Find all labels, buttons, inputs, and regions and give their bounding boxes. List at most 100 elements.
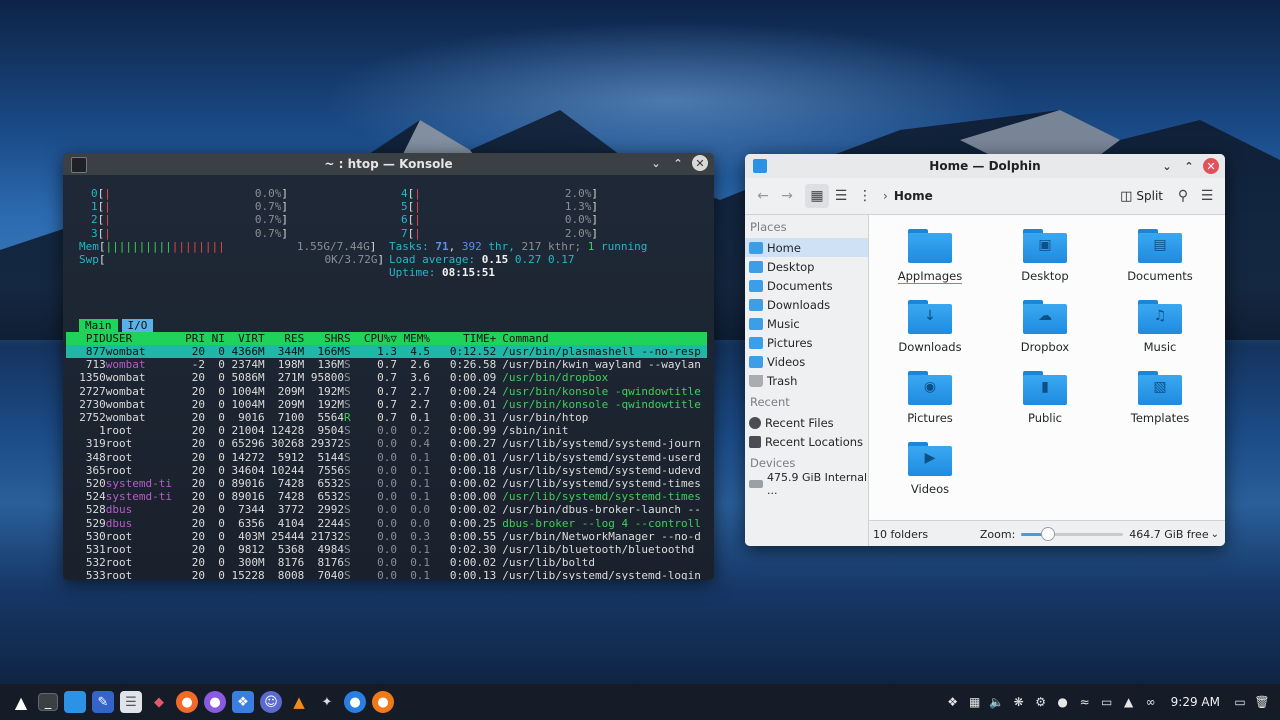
- sidebar-item-downloads[interactable]: Downloads: [745, 295, 868, 314]
- sidebar-item-documents[interactable]: Documents: [745, 276, 868, 295]
- wifi-icon[interactable]: ≈: [1075, 692, 1095, 712]
- table-row[interactable]: 531root 20 0 9812 5368 4984S 0.0 0.1 0:02.30/usr…: [66, 543, 707, 556]
- table-row[interactable]: 2727wombat 20 0 1004M 209M 192MS 0.7 2.7 0:00.24…: [66, 385, 707, 398]
- folder-music[interactable]: ♫ Music: [1105, 286, 1215, 354]
- discord-icon[interactable]: ☺: [260, 691, 282, 713]
- trash-icon[interactable]: 🗑: [1252, 692, 1272, 712]
- maximize-icon[interactable]: ⌃: [1181, 158, 1197, 174]
- table-row[interactable]: 529dbus 20 0 6356 4104 2244S 0.0 0.0 0:00.25 dbus…: [66, 517, 707, 530]
- column-header[interactable]: SHR: [304, 332, 344, 345]
- table-row[interactable]: 348root 20 0 14272 5912 5144S 0.0 0.1 0:00.01/us…: [66, 451, 707, 464]
- folder-dropbox[interactable]: ☁ Dropbox: [990, 286, 1100, 354]
- process-table-header[interactable]: PIDUSER PRI NI VIRT RES SHRS CPU%▽ MEM% TIME+ Com…: [66, 332, 707, 345]
- sidebar-item-recent-locations[interactable]: Recent Locations: [745, 432, 868, 451]
- free-space[interactable]: 464.7 GiB free: [1129, 528, 1208, 541]
- sidebar-item-trash[interactable]: Trash: [745, 371, 868, 390]
- forward-arrow-icon[interactable]: →: [775, 184, 799, 208]
- table-row[interactable]: 524systemd-ti 20 0 89016 7428 6532S 0.0 0.1 0:00…: [66, 490, 707, 503]
- table-row[interactable]: 1root 20 0 21004 12428 9504S 0.0 0.2 0:00.99/sbi…: [66, 424, 707, 437]
- column-header[interactable]: Command: [496, 332, 707, 345]
- dropbox-icon[interactable]: ❖: [943, 692, 963, 712]
- kde-connect-icon[interactable]: ∞: [1141, 692, 1161, 712]
- chevron-down-icon[interactable]: ⌄: [1211, 529, 1219, 540]
- konsole-task-icon[interactable]: _: [38, 693, 58, 711]
- dolphin-window[interactable]: Home — Dolphin ⌄ ⌃ ✕ ← → ▦ ☰ ⋮ › Home ◫ …: [745, 154, 1225, 546]
- tray-expand-icon[interactable]: ▲: [1119, 692, 1139, 712]
- bluetooth-icon[interactable]: ❋: [1009, 692, 1029, 712]
- tab-io[interactable]: I/O: [121, 319, 154, 332]
- table-row[interactable]: 530root 20 0 403M 25444 21732S 0.0 0.3 0:00.55/u…: [66, 530, 707, 543]
- icons-view-icon[interactable]: ▦: [805, 184, 829, 208]
- breadcrumb[interactable]: Home: [894, 189, 933, 203]
- zoom-slider[interactable]: [1021, 527, 1124, 541]
- table-row[interactable]: 520systemd-ti 20 0 89016 7428 6532S 0.0 0.1 0:00…: [66, 477, 707, 490]
- chevron-down-icon[interactable]: ⌄: [1159, 158, 1175, 174]
- notes-icon[interactable]: ☰: [120, 691, 142, 713]
- show-desktop-icon[interactable]: ▭: [1230, 692, 1250, 712]
- column-header[interactable]: MEM%: [397, 332, 431, 345]
- folder-downloads[interactable]: ↓ Downloads: [875, 286, 985, 354]
- konsole-titlebar[interactable]: ~ : htop — Konsole ⌄ ⌃ ✕: [63, 153, 714, 175]
- sidebar-item-home[interactable]: Home: [745, 238, 868, 257]
- column-header[interactable]: S: [344, 332, 357, 345]
- folder-documents[interactable]: ▤ Documents: [1105, 215, 1215, 283]
- column-header[interactable]: NI: [205, 332, 225, 345]
- table-row[interactable]: 2752wombat 20 0 9016 7100 5564R 0.7 0.1 0:00.31 /…: [66, 411, 707, 424]
- kate-icon[interactable]: ✎: [92, 691, 114, 713]
- sidebar-item-desktop[interactable]: Desktop: [745, 257, 868, 276]
- firefox-icon[interactable]: ●: [372, 691, 394, 713]
- volume-icon[interactable]: 🔈: [987, 692, 1007, 712]
- record-icon[interactable]: ●: [1053, 692, 1073, 712]
- dolphin-task-icon[interactable]: [64, 691, 86, 713]
- sidebar-item-recent-files[interactable]: Recent Files: [745, 413, 868, 432]
- split-button[interactable]: Split: [1136, 189, 1163, 203]
- close-icon[interactable]: ✕: [692, 155, 708, 171]
- terminal-output[interactable]: 0[| 0.0%] 1[| 0.7%] 2[| 0.7%] 3[| 0.7%] 4[| …: [63, 175, 714, 580]
- folder-pictures[interactable]: ◉ Pictures: [875, 357, 985, 425]
- tab-main[interactable]: Main: [79, 319, 118, 332]
- folder-desktop[interactable]: ▣ Desktop: [990, 215, 1100, 283]
- dolphin-titlebar[interactable]: Home — Dolphin ⌄ ⌃ ✕: [745, 154, 1225, 178]
- clock[interactable]: 9:29 AM: [1171, 695, 1220, 709]
- folder-public[interactable]: ▮ Public: [990, 357, 1100, 425]
- folder-appimages[interactable]: AppImages: [875, 215, 985, 284]
- table-row[interactable]: 2730wombat 20 0 1004M 209M 192MS 0.7 2.7 0:00.01…: [66, 398, 707, 411]
- vlc-icon[interactable]: ▲: [288, 691, 310, 713]
- process-row-selected[interactable]: 877wombat 20 0 4366M 344M 166MS 1.3 4.5 0:12.52 /…: [66, 345, 707, 358]
- network-icon[interactable]: ⚙: [1031, 692, 1051, 712]
- search-icon[interactable]: ⚲: [1171, 184, 1195, 208]
- konsole-window[interactable]: ~ : htop — Konsole ⌄ ⌃ ✕ 0[| 0.0%] 1[| 0.…: [63, 153, 714, 580]
- folder-view[interactable]: AppImages ▣ Desktop ▤ Documents ↓ Downloads ☁ Dr…: [869, 215, 1225, 520]
- sidebar-item-videos[interactable]: Videos: [745, 352, 868, 371]
- maximize-icon[interactable]: ⌃: [670, 155, 686, 171]
- table-row[interactable]: 1350wombat 20 0 5086M 271M 95800S 0.7 3.6 0:00.0…: [66, 371, 707, 384]
- inkscape-icon[interactable]: ✦: [316, 691, 338, 713]
- chevron-down-icon[interactable]: ⌄: [648, 155, 664, 171]
- zoom-slider-handle[interactable]: [1040, 527, 1055, 541]
- sidebar-item-pictures[interactable]: Pictures: [745, 333, 868, 352]
- details-view-icon[interactable]: ☰: [829, 184, 853, 208]
- compact-view-icon[interactable]: ⋮: [853, 184, 877, 208]
- table-row[interactable]: 533root 20 0 15228 8008 7040S 0.0 0.1 0:00.13/us…: [66, 569, 707, 580]
- sidebar-item-music[interactable]: Music: [745, 314, 868, 333]
- back-arrow-icon[interactable]: ←: [751, 184, 775, 208]
- table-row[interactable]: 532root 20 0 300M 8176 8176S 0.0 0.1 0:00.02/usr…: [66, 556, 707, 569]
- column-header[interactable]: CPU%▽: [357, 332, 397, 345]
- folder-templates[interactable]: ▧ Templates: [1105, 357, 1215, 425]
- table-row[interactable]: 319root 20 0 65296 30268 29372S 0.0 0.4 0:00.27 /…: [66, 437, 707, 450]
- folder-videos[interactable]: ▶ Videos: [875, 428, 985, 496]
- table-row[interactable]: 528dbus 20 0 7344 3772 2992S 0.0 0.0 0:00.02/usr…: [66, 503, 707, 516]
- table-row[interactable]: 713wombat -2 0 2374M 198M 136MS 0.7 2.6 0:26.58 /…: [66, 358, 707, 371]
- chromium-icon[interactable]: ●: [344, 691, 366, 713]
- application-launcher-icon[interactable]: ▲: [10, 691, 32, 713]
- column-header[interactable]: TIME+: [430, 332, 496, 345]
- ruby-icon[interactable]: ◆: [148, 691, 170, 713]
- column-header[interactable]: USER: [106, 332, 179, 345]
- sidebar-item-internal-drive[interactable]: 475.9 GiB Internal ...: [745, 471, 868, 497]
- battery-icon[interactable]: ▭: [1097, 692, 1117, 712]
- clipboard-icon[interactable]: ▦: [965, 692, 985, 712]
- column-header[interactable]: RES: [265, 332, 304, 345]
- hamburger-menu-icon[interactable]: ☰: [1195, 184, 1219, 208]
- discover-icon[interactable]: ❖: [232, 691, 254, 713]
- column-header[interactable]: PID: [66, 332, 106, 345]
